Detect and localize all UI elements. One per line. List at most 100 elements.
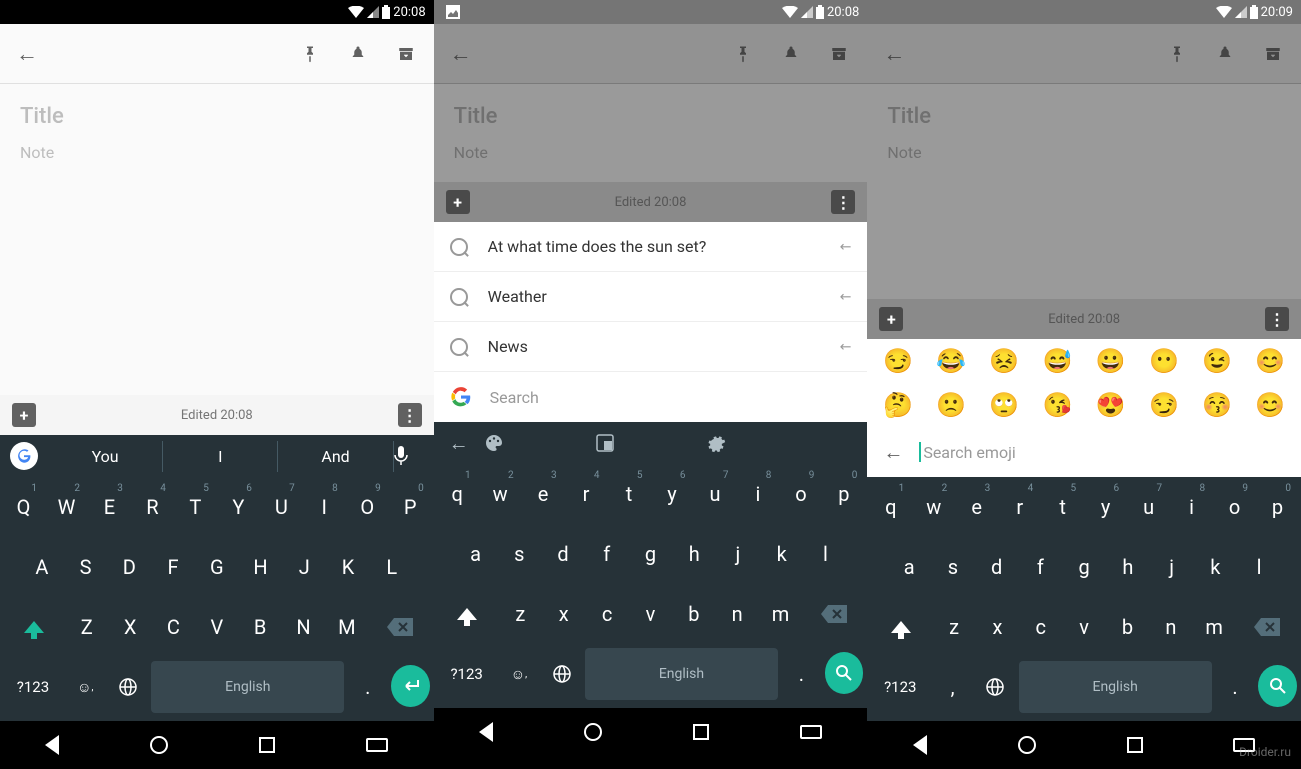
settings-icon[interactable]: [706, 433, 817, 453]
key-d[interactable]: d: [977, 541, 1017, 593]
key-f[interactable]: f: [1021, 541, 1061, 593]
nav-home[interactable]: [584, 723, 602, 741]
key-m[interactable]: m: [1195, 601, 1234, 653]
emoji-search-placeholder[interactable]: Search emoji: [923, 443, 1015, 462]
nav-keyboard[interactable]: [366, 738, 388, 752]
key-s[interactable]: S: [66, 541, 106, 593]
key-l[interactable]: l: [1239, 541, 1279, 593]
key-r[interactable]: r4: [1000, 481, 1039, 533]
shift-key[interactable]: [871, 601, 930, 653]
key-f[interactable]: F: [153, 541, 193, 593]
emoji[interactable]: 🙁: [936, 391, 966, 419]
key-l[interactable]: L: [372, 541, 412, 593]
key-n[interactable]: n: [718, 588, 757, 640]
key-c[interactable]: c: [1021, 601, 1060, 653]
back-icon[interactable]: ←: [450, 41, 472, 67]
comma-key[interactable]: ,: [933, 661, 972, 713]
more-button[interactable]: ⋮: [398, 403, 422, 427]
key-r[interactable]: r4: [567, 468, 606, 520]
key-t[interactable]: t5: [610, 468, 649, 520]
key-s[interactable]: s: [933, 541, 973, 593]
key-y[interactable]: y6: [653, 468, 692, 520]
emoji[interactable]: 😣: [989, 347, 1019, 375]
key-t[interactable]: T5: [176, 481, 215, 533]
key-u[interactable]: U7: [262, 481, 301, 533]
period-key[interactable]: .: [1216, 661, 1255, 713]
period-key[interactable]: .: [782, 648, 821, 700]
period-key[interactable]: .: [348, 661, 387, 713]
key-b[interactable]: b: [674, 588, 713, 640]
emoji[interactable]: 😉: [1202, 347, 1232, 375]
nav-back[interactable]: [479, 722, 493, 742]
title-input[interactable]: Title: [20, 104, 414, 129]
backspace-key[interactable]: [371, 601, 430, 653]
key-w[interactable]: w2: [914, 481, 953, 533]
key-x[interactable]: X: [110, 601, 149, 653]
key-n[interactable]: N: [284, 601, 323, 653]
key-i[interactable]: I8: [305, 481, 344, 533]
key-d[interactable]: D: [109, 541, 149, 593]
key-q[interactable]: Q1: [4, 481, 43, 533]
suggestion-item[interactable]: At what time does the sun set? ↖: [434, 222, 868, 272]
emoji[interactable]: 😍: [1096, 391, 1126, 419]
emoji[interactable]: 😶: [1149, 347, 1179, 375]
note-input[interactable]: Note: [20, 143, 414, 162]
key-t[interactable]: t5: [1043, 481, 1082, 533]
one-hand-icon[interactable]: [595, 433, 706, 453]
key-x[interactable]: x: [544, 588, 583, 640]
archive-icon[interactable]: [1261, 42, 1285, 66]
key-y[interactable]: y6: [1086, 481, 1125, 533]
nav-recent[interactable]: [693, 724, 709, 740]
key-z[interactable]: z: [501, 588, 540, 640]
reminder-icon[interactable]: [779, 42, 803, 66]
emoji-key[interactable]: ☺,: [500, 648, 539, 700]
symbols-key[interactable]: ?123: [4, 661, 62, 713]
key-m[interactable]: M: [327, 601, 366, 653]
emoji[interactable]: 😊: [1255, 347, 1285, 375]
key-c[interactable]: C: [154, 601, 193, 653]
nav-home[interactable]: [1018, 736, 1036, 754]
pin-icon[interactable]: [731, 42, 755, 66]
google-icon[interactable]: [10, 442, 38, 470]
key-j[interactable]: j: [1152, 541, 1192, 593]
emoji[interactable]: 😀: [1096, 347, 1126, 375]
language-key[interactable]: [976, 661, 1015, 713]
key-a[interactable]: A: [22, 541, 62, 593]
nav-back[interactable]: [45, 735, 59, 755]
key-g[interactable]: g: [631, 528, 671, 580]
search-input-row[interactable]: Search: [434, 372, 868, 422]
note-body[interactable]: Title Note: [867, 84, 1301, 299]
key-b[interactable]: B: [240, 601, 279, 653]
emoji-key[interactable]: ☺,: [66, 661, 105, 713]
space-key[interactable]: English: [585, 648, 778, 700]
emoji[interactable]: 😂: [936, 347, 966, 375]
key-z[interactable]: z: [934, 601, 973, 653]
backspace-key[interactable]: [1238, 601, 1297, 653]
emoji[interactable]: 😊: [1255, 391, 1285, 419]
note-body[interactable]: Title Note: [434, 84, 868, 182]
archive-icon[interactable]: [827, 42, 851, 66]
nav-recent[interactable]: [259, 737, 275, 753]
key-b[interactable]: b: [1108, 601, 1147, 653]
key-z[interactable]: Z: [67, 601, 106, 653]
key-v[interactable]: v: [1064, 601, 1103, 653]
nav-keyboard[interactable]: [800, 725, 822, 739]
key-e[interactable]: e3: [957, 481, 996, 533]
title-input[interactable]: Title: [887, 104, 1281, 129]
title-input[interactable]: Title: [454, 104, 848, 129]
key-h[interactable]: h: [674, 528, 714, 580]
note-body[interactable]: Title Note: [0, 84, 434, 395]
key-e[interactable]: E3: [90, 481, 129, 533]
suggestion-word[interactable]: You: [48, 441, 163, 472]
shift-key[interactable]: [4, 601, 63, 653]
language-key[interactable]: [542, 648, 581, 700]
key-q[interactable]: q1: [871, 481, 910, 533]
key-j[interactable]: J: [284, 541, 324, 593]
key-o[interactable]: o9: [1215, 481, 1254, 533]
key-u[interactable]: u7: [1129, 481, 1168, 533]
suggestion-item[interactable]: Weather ↖: [434, 272, 868, 322]
nav-home[interactable]: [150, 736, 168, 754]
key-x[interactable]: x: [978, 601, 1017, 653]
reminder-icon[interactable]: [346, 42, 370, 66]
emoji[interactable]: 😘: [1043, 391, 1073, 419]
